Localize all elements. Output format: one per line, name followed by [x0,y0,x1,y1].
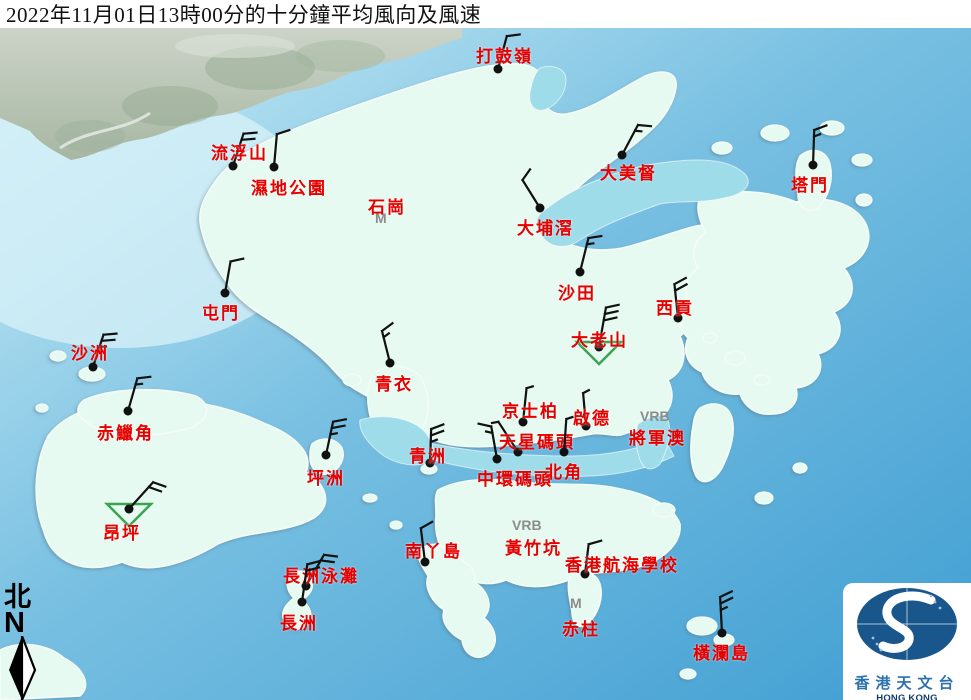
station-label: 北角 [545,458,583,483]
title-bar: 2022年11月01日13時00分的十分鐘平均風向及風速 [0,0,971,28]
hko-name-chinese: 香港天文台 [843,672,971,693]
station-label: 昂坪 [103,519,141,544]
station-label: 橫瀾島 [693,639,750,664]
station-label: 打鼓嶺 [476,42,533,67]
hko-emblem-icon [843,583,971,665]
hko-logo: 香港天文台 HONG KONG OBSERVATORY [843,583,971,700]
station-dot [298,598,307,607]
variable-wind-marker: VRB [640,408,670,424]
wind-barb-icon [642,553,802,700]
north-arrow-icon [6,636,38,700]
station-dot [124,407,133,416]
station-dot [125,505,134,514]
page-title: 2022年11月01日13時00分的十分鐘平均風向及風速 [0,0,481,29]
station-dot [270,163,279,172]
station-label: 南丫島 [405,537,462,562]
station-dot [809,161,818,170]
station-dot [718,629,727,638]
north-compass: 北 N [2,584,46,700]
station-dot [322,451,331,460]
station-label: 塔門 [791,171,829,196]
station-label: 濕地公園 [251,174,327,199]
hko-name-english: HONG KONG OBSERVATORY [843,693,971,700]
station-label: 青洲 [409,442,447,467]
station-label: 赤柱 [562,615,600,640]
map-canvas: 打鼓嶺流浮山濕地公園石崗M大美督大埔滘塔門屯門沙田西貢大老山沙洲青衣赤鱲角京士柏… [0,28,971,700]
station-label: 石崗 [368,193,406,218]
wind-barb-icon [733,85,893,245]
wind-barb-icon [222,522,382,682]
north-letter-label: N [2,610,46,636]
station-label: 屯門 [202,299,240,324]
wind-barb-icon [49,429,209,589]
station-dot [560,448,569,457]
station-dot [221,289,230,298]
station-label: 坪洲 [307,464,345,489]
wind-map-app: 2022年11月01日13時00分的十分鐘平均風向及風速 [0,0,971,700]
missing-data-marker: M [570,595,582,611]
station-layer: 打鼓嶺流浮山濕地公園石崗M大美督大埔滘塔門屯門沙田西貢大老山沙洲青衣赤鱲角京士柏… [0,28,971,700]
station-dot [386,359,395,368]
missing-data-marker: M [375,210,387,226]
station-label: 長洲 [280,609,318,634]
